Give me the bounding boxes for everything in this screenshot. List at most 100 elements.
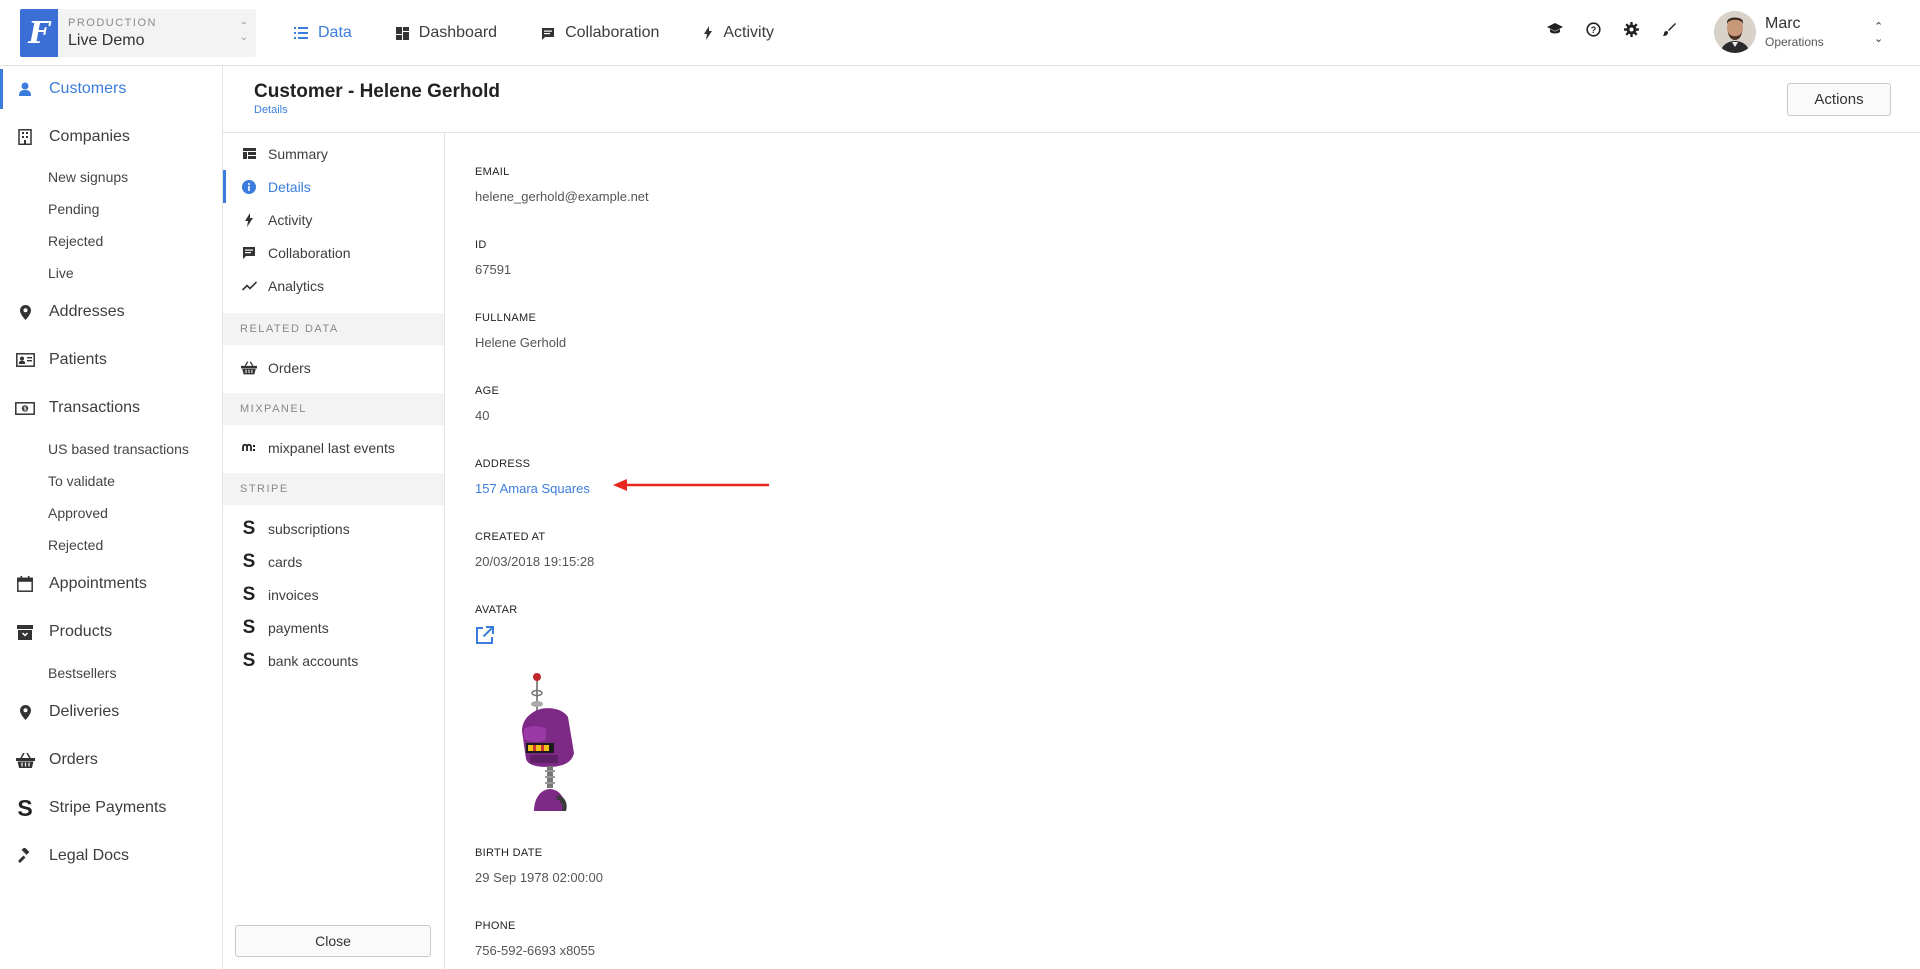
fullname-value: Helene Gerhold: [475, 335, 567, 350]
building-icon: [15, 129, 35, 145]
nav-dashboard[interactable]: Dashboard: [395, 24, 498, 42]
stripe-icon: S: [17, 795, 33, 821]
bolt-icon: [241, 212, 257, 227]
sidebar-item-deliveries[interactable]: Deliveries: [0, 692, 222, 732]
archive-icon: [15, 624, 35, 640]
avatar-label: AVATAR: [475, 604, 518, 616]
project-switcher[interactable]: F PRODUCTION Live Demo ⌃ ⌄: [20, 9, 256, 57]
tab-label: Orders: [268, 359, 311, 376]
nav-data-label: Data: [318, 24, 352, 41]
map-pin-icon: [15, 304, 35, 320]
tab-label: subscriptions: [268, 520, 350, 537]
tab-invoices[interactable]: S invoices: [223, 578, 444, 611]
sidebar-item-label: Appointments: [49, 575, 147, 592]
sidebar-subitem-us-based-transactions[interactable]: US based transactions: [48, 441, 189, 457]
tab-mixpanel-last-events[interactable]: mixpanel last events: [223, 431, 444, 464]
chat-icon: [241, 246, 257, 259]
nav-collaboration[interactable]: Collaboration: [541, 24, 659, 42]
email-value: helene_gerhold@example.net: [475, 189, 649, 204]
dashboard-icon: [395, 26, 409, 40]
tab-payments[interactable]: S payments: [223, 611, 444, 644]
user-name: Marc: [1765, 15, 1801, 32]
calendar-icon: [15, 576, 35, 592]
trend-icon: [241, 280, 257, 291]
created-at-label: CREATED AT: [475, 531, 546, 543]
sidebar-subitem-live[interactable]: Live: [48, 265, 74, 281]
email-label: EMAIL: [475, 166, 510, 178]
svg-text:?: ?: [1590, 25, 1596, 35]
detail-subnav: Summary Details Activity Collaboration A…: [223, 133, 445, 969]
basket-icon: [15, 752, 35, 768]
section-related-data: RELATED DATA: [223, 313, 444, 345]
money-icon: $: [15, 401, 35, 415]
app-logo: F: [20, 9, 58, 57]
summary-icon: [241, 148, 257, 159]
user-menu[interactable]: Marc Operations ⌃ ⌄: [1714, 11, 1883, 53]
sidebar-item-patients[interactable]: Patients: [0, 340, 222, 380]
bolt-icon: [704, 26, 713, 40]
sidebar-item-appointments[interactable]: Appointments: [0, 564, 222, 604]
sidebar-item-transactions[interactable]: $ Transactions: [0, 388, 222, 428]
address-label: ADDRESS: [475, 458, 531, 470]
tab-bank-accounts[interactable]: S bank accounts: [223, 644, 444, 677]
tab-summary[interactable]: Summary: [223, 137, 444, 170]
info-icon: [241, 179, 257, 194]
sidebar-item-customers[interactable]: Customers: [0, 69, 222, 109]
main-nav: Data Dashboard Collaboration Activity: [294, 0, 818, 66]
page-title: Customer - Helene Gerhold: [254, 81, 500, 102]
actions-button[interactable]: Actions: [1787, 83, 1891, 116]
sidebar-subitem-new-signups[interactable]: New signups: [48, 169, 128, 185]
tab-analytics[interactable]: Analytics: [223, 269, 444, 302]
phone-label: PHONE: [475, 920, 516, 932]
tab-label: Collaboration: [268, 244, 351, 261]
basket-icon: [241, 360, 257, 375]
tab-label: Summary: [268, 145, 328, 162]
id-value: 67591: [475, 262, 512, 277]
nav-activity[interactable]: Activity: [703, 24, 774, 42]
sidebar-subitem-rejected[interactable]: Rejected: [48, 537, 103, 553]
gear-icon[interactable]: [1612, 22, 1650, 37]
sidebar-item-label: Companies: [49, 128, 130, 145]
tab-activity[interactable]: Activity: [223, 203, 444, 236]
nav-dashboard-label: Dashboard: [418, 24, 498, 41]
sidebar-subitem-to-validate[interactable]: To validate: [48, 473, 115, 489]
sidebar: Customers Companies New signups Pending …: [0, 66, 223, 969]
tab-cards[interactable]: S cards: [223, 545, 444, 578]
brush-icon[interactable]: [1650, 22, 1688, 37]
help-icon[interactable]: ?: [1574, 22, 1612, 37]
graduation-cap-icon[interactable]: [1536, 22, 1574, 37]
stripe-icon: S: [242, 550, 256, 572]
external-link-icon[interactable]: [475, 626, 494, 650]
nav-activity-label: Activity: [723, 24, 775, 41]
tab-collaboration[interactable]: Collaboration: [223, 236, 444, 269]
nav-data[interactable]: Data: [294, 24, 352, 42]
project-environment: PRODUCTION: [68, 16, 157, 29]
sidebar-item-legal-docs[interactable]: Legal Docs: [0, 836, 222, 876]
tab-label: Details: [268, 178, 311, 195]
sidebar-subitem-approved[interactable]: Approved: [48, 505, 108, 521]
sidebar-item-addresses[interactable]: Addresses: [0, 292, 222, 332]
age-label: AGE: [475, 385, 500, 397]
sidebar-item-stripe-payments[interactable]: S Stripe Payments: [0, 788, 222, 828]
address-link[interactable]: 157 Amara Squares: [475, 481, 590, 496]
tab-details[interactable]: Details: [223, 170, 444, 203]
sidebar-item-products[interactable]: Products: [0, 612, 222, 652]
chevron-up-down-icon: ⌃ ⌄: [1874, 21, 1884, 45]
tab-label: bank accounts: [268, 652, 359, 669]
section-mixpanel: MIXPANEL: [223, 393, 444, 425]
sidebar-item-companies[interactable]: Companies: [0, 117, 222, 157]
sidebar-subitem-pending[interactable]: Pending: [48, 201, 99, 217]
birth-date-label: BIRTH DATE: [475, 847, 543, 859]
fullname-label: FULLNAME: [475, 312, 537, 324]
phone-value: 756-592-6693 x8055: [475, 943, 595, 958]
close-button[interactable]: Close: [235, 925, 431, 957]
tab-orders[interactable]: Orders: [223, 351, 444, 384]
sidebar-subitem-bestsellers[interactable]: Bestsellers: [48, 665, 116, 681]
stripe-icon: S: [242, 517, 256, 539]
user-role: Operations: [1765, 35, 1824, 49]
sidebar-item-label: Patients: [49, 351, 107, 368]
tab-subscriptions[interactable]: S subscriptions: [223, 512, 444, 545]
sidebar-subitem-rejected[interactable]: Rejected: [48, 233, 103, 249]
sidebar-item-orders[interactable]: Orders: [0, 740, 222, 780]
nav-collaboration-label: Collaboration: [565, 24, 660, 41]
